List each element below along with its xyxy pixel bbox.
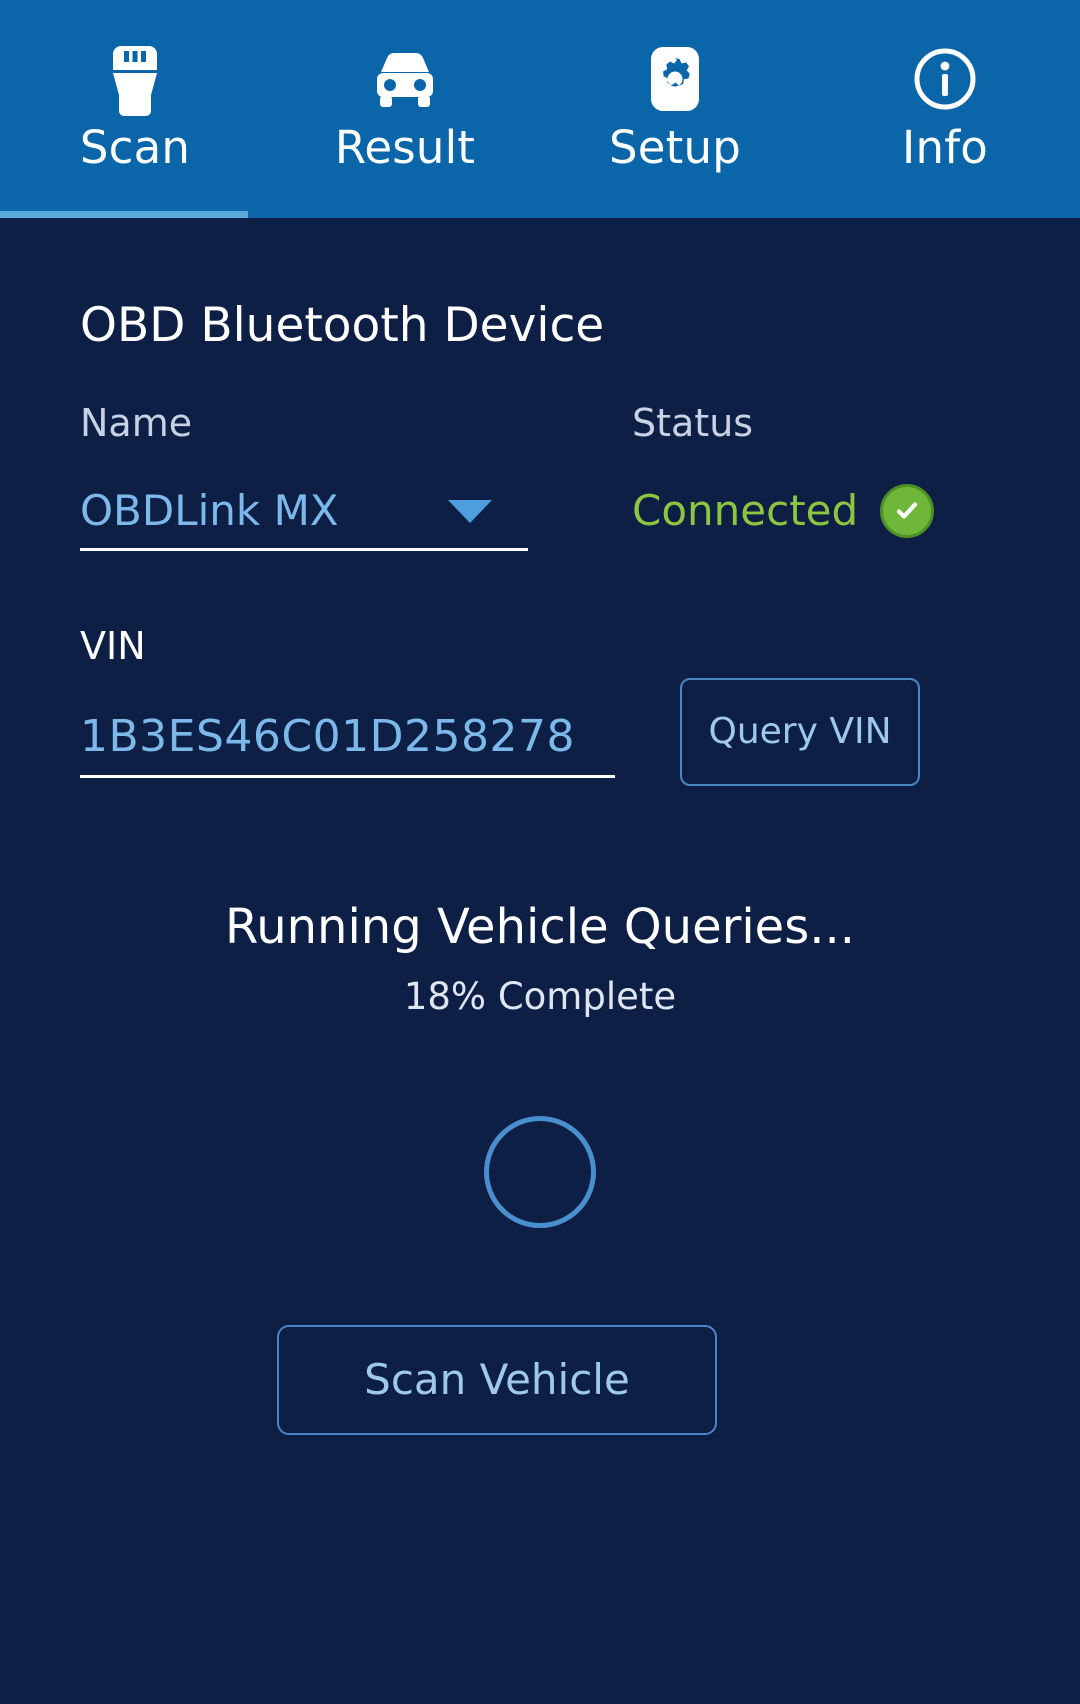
info-circle-icon (810, 42, 1080, 116)
chevron-down-icon[interactable] (448, 499, 492, 523)
device-status-label: Status (632, 401, 754, 445)
query-vin-button-label: Query VIN (708, 711, 892, 752)
progress-percent-label: 18% Complete (403, 975, 677, 1018)
car-front-icon (270, 42, 540, 116)
section-title-obd-bluetooth-device: OBD Bluetooth Device (80, 298, 605, 353)
progress-title: Running Vehicle Queries... (225, 899, 855, 955)
tab-info[interactable]: Info (810, 0, 1080, 218)
vin-field: VIN 1B3ES46C01D258278 (80, 623, 615, 778)
tab-info-label: Info (902, 121, 988, 174)
scan-vehicle-button[interactable]: Scan Vehicle (277, 1325, 717, 1435)
scan-panel: OBD Bluetooth Device Name OBDLink MX Sta… (0, 218, 1080, 1704)
tab-setup-label: Setup (609, 121, 741, 174)
device-name-label: Name (80, 401, 193, 445)
device-name-field: Name OBDLink MX (80, 400, 528, 551)
tab-setup[interactable]: Setup (540, 0, 810, 218)
tab-result-label: Result (334, 121, 476, 174)
gear-icon (540, 42, 810, 116)
device-name-dropdown[interactable]: OBDLink MX (80, 474, 528, 551)
scan-vehicle-button-label: Scan Vehicle (364, 1355, 630, 1404)
status-badge: Connected (632, 486, 859, 535)
obd-connector-icon (0, 42, 270, 116)
loading-spinner-icon (484, 1116, 596, 1228)
device-status-row: Connected (632, 474, 992, 548)
tab-scan-label: Scan (79, 121, 191, 174)
query-vin-button[interactable]: Query VIN (680, 678, 920, 786)
vin-input[interactable]: 1B3ES46C01D258278 (80, 699, 615, 778)
device-status-field: Status Connected (632, 400, 992, 548)
vin-value: 1B3ES46C01D258278 (80, 711, 575, 762)
device-name-value: OBDLink MX (80, 486, 339, 535)
progress-section: Running Vehicle Queries... 18% Complete (0, 898, 1080, 1228)
top-tab-bar: Scan Result Setup Info (0, 0, 1080, 218)
tab-result[interactable]: Result (270, 0, 540, 218)
active-tab-indicator (0, 211, 248, 218)
vin-label: VIN (80, 624, 146, 668)
check-circle-icon (880, 484, 935, 538)
tab-scan[interactable]: Scan (0, 0, 270, 218)
